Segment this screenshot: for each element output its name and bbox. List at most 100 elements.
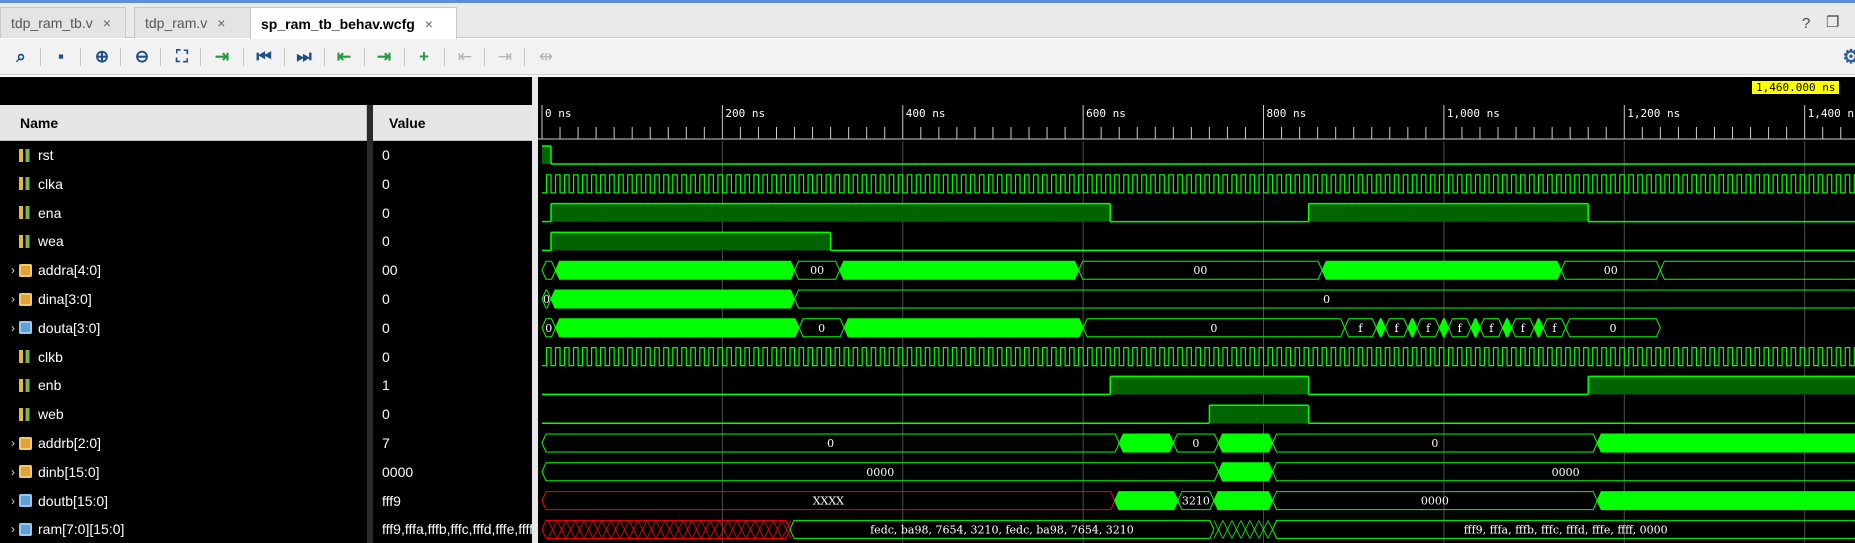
chevron-right-icon[interactable]: › [0, 321, 15, 335]
signal-name: addrb[2:0] [38, 435, 102, 451]
ram-value-label: fedc, ba98, 7654, 3210, fedc, ba98, 7654… [870, 523, 1134, 536]
waveform-svg[interactable]: 0 ns 200 ns 400 ns 600 ns 800 ns 1,000 ns 1,20… [538, 77, 1855, 543]
douta-value-label: 0 [1610, 322, 1617, 335]
signal-row-ram-7-0-15-0[interactable]: › ram[7:0][15:0] [0, 515, 367, 543]
toolbar-separator [444, 48, 445, 66]
doutb-dense-segment [1596, 491, 1855, 511]
signal-row-wea[interactable]: wea [0, 227, 367, 255]
signal-value: 00 [382, 262, 398, 279]
tab-tdp-ram[interactable]: tdp_ram.v × [134, 7, 251, 38]
douta-value-label: 0 [545, 322, 552, 335]
signal-value: 0 [382, 319, 390, 336]
help-icon[interactable]: ? [1802, 15, 1810, 32]
bus-signal-icon [19, 494, 32, 508]
toolbar-separator [80, 48, 81, 66]
close-icon[interactable]: × [103, 15, 111, 31]
go-to-cursor-icon[interactable]: ⇥ [209, 44, 235, 70]
bus-signal-icon [19, 522, 32, 536]
signal-row-dinb-15-0[interactable]: › dinb[15:0] [0, 458, 367, 486]
signal-value: 1 [382, 377, 390, 394]
signal-row-web[interactable]: web [0, 400, 367, 428]
chevron-right-icon[interactable]: › [0, 263, 15, 277]
dina-value-label: 0 [1323, 293, 1330, 306]
signal-row-ena[interactable]: ena [0, 199, 367, 227]
addrb-value-label: 0 [1192, 437, 1199, 450]
next-marker-icon[interactable]: ⇥ [492, 44, 518, 70]
search-icon[interactable]: ⌕ [8, 44, 34, 70]
signal-name: clkb [38, 348, 63, 365]
swap-cursors-icon[interactable]: ⇹ [533, 44, 559, 70]
signal-name: rst [38, 147, 54, 163]
signal-row-clkb[interactable]: clkb [0, 343, 367, 371]
save-icon[interactable]: ▪ [48, 44, 74, 70]
chevron-right-icon[interactable]: › [0, 436, 15, 450]
signal-row-enb[interactable]: enb [0, 371, 367, 399]
toolbar-separator [364, 48, 365, 66]
go-to-time-0-icon[interactable]: ⏮ [251, 44, 277, 70]
dinb-value-label: 0000 [1552, 466, 1580, 479]
signal-row-addra-4-0[interactable]: › addra[4:0] [0, 256, 367, 284]
time-tick-label: 200 ns [725, 107, 765, 120]
previous-transition-icon[interactable]: ⇤ [331, 44, 357, 70]
zoom-fit-icon[interactable]: ⛶ [169, 44, 195, 70]
signal-row-douta-3-0[interactable]: › douta[3:0] [0, 314, 367, 342]
tab-sp-ram-tb-behav-wcfg[interactable]: sp_ram_tb_behav.wcfg × [250, 7, 457, 39]
name-column-header[interactable]: Name [0, 105, 367, 141]
value-column-header[interactable]: Value [373, 105, 532, 141]
close-icon[interactable]: × [217, 15, 225, 31]
next-transition-icon[interactable]: ⇥ [371, 44, 397, 70]
chevron-right-icon[interactable]: › [0, 494, 15, 508]
signal-value: 0 [382, 147, 390, 163]
signal-name: enb [38, 377, 62, 394]
toolbar-separator [284, 48, 285, 66]
gear-icon[interactable]: ⚙ [1838, 44, 1855, 70]
column-splitter[interactable] [367, 105, 373, 543]
douta-dense-segment [1375, 318, 1386, 338]
signal-row-doutb-15-0[interactable]: › doutb[15:0] [0, 487, 367, 515]
logic-signal-icon [19, 206, 32, 220]
toolbar-separator [243, 48, 244, 66]
close-icon[interactable]: × [425, 16, 433, 32]
waveform-canvas[interactable]: 0 ns 200 ns 400 ns 600 ns 800 ns 1,000 ns 1,20… [538, 77, 1855, 543]
tab-tdp-ram-tb[interactable]: tdp_ram_tb.v × [0, 7, 126, 38]
dina-dense-segment [550, 289, 796, 309]
douta-value-label: 0 [818, 322, 825, 335]
add-marker-icon[interactable]: + [411, 44, 437, 70]
previous-marker-icon[interactable]: ⇤ [452, 44, 478, 70]
doutb-value-label: XXXX [813, 495, 844, 508]
douta-dense-segment [554, 318, 800, 338]
editor-tab-bar: tdp_ram_tb.v × tdp_ram.v × sp_ram_tb_beh… [0, 3, 1855, 39]
clka-clock-wave [542, 174, 1855, 194]
signal-row-addrb-2-0[interactable]: › addrb[2:0] [0, 429, 367, 457]
signal-name: douta[3:0] [38, 319, 101, 336]
dinb-dense-segment [1217, 462, 1274, 482]
douta-dense-segment [1533, 318, 1544, 338]
signal-value: 0 [382, 291, 390, 307]
signal-name: addra[4:0] [38, 262, 102, 279]
time-tick-label: 1,000 ns [1447, 107, 1500, 120]
enb-high-fill [1588, 376, 1855, 395]
chevron-right-icon[interactable]: › [0, 522, 15, 536]
chevron-right-icon[interactable]: › [0, 465, 15, 479]
signal-row-clka[interactable]: clka [0, 170, 367, 198]
douta-value-label: f [1458, 322, 1463, 335]
signal-value: 0 [382, 406, 390, 423]
tab-label: tdp_ram_tb.v [11, 15, 93, 31]
signal-value: 0 [382, 175, 390, 192]
signal-row-rst[interactable]: rst [0, 141, 367, 169]
doutb-value-label: 0000 [1421, 495, 1449, 508]
addrb-dense-segment [1596, 433, 1855, 453]
logic-signal-icon [19, 177, 32, 191]
zoom-in-icon[interactable]: ⊕ [89, 44, 115, 70]
restore-window-icon[interactable]: ❐ [1826, 13, 1839, 31]
addra-value-label: 00 [810, 264, 824, 277]
go-to-last-time-icon[interactable]: ⏭ [291, 44, 317, 70]
chevron-right-icon[interactable]: › [0, 292, 15, 306]
bus-signal-icon [19, 321, 32, 335]
zoom-out-icon[interactable]: ⊖ [129, 44, 155, 70]
signal-row-dina-3-0[interactable]: › dina[3:0] [0, 285, 367, 313]
doutb-dense-segment [1213, 491, 1274, 511]
doutb-value-label: 3210 [1182, 495, 1210, 508]
addra-value-label: 00 [1604, 264, 1618, 277]
doutb-dense-segment [1114, 491, 1179, 511]
